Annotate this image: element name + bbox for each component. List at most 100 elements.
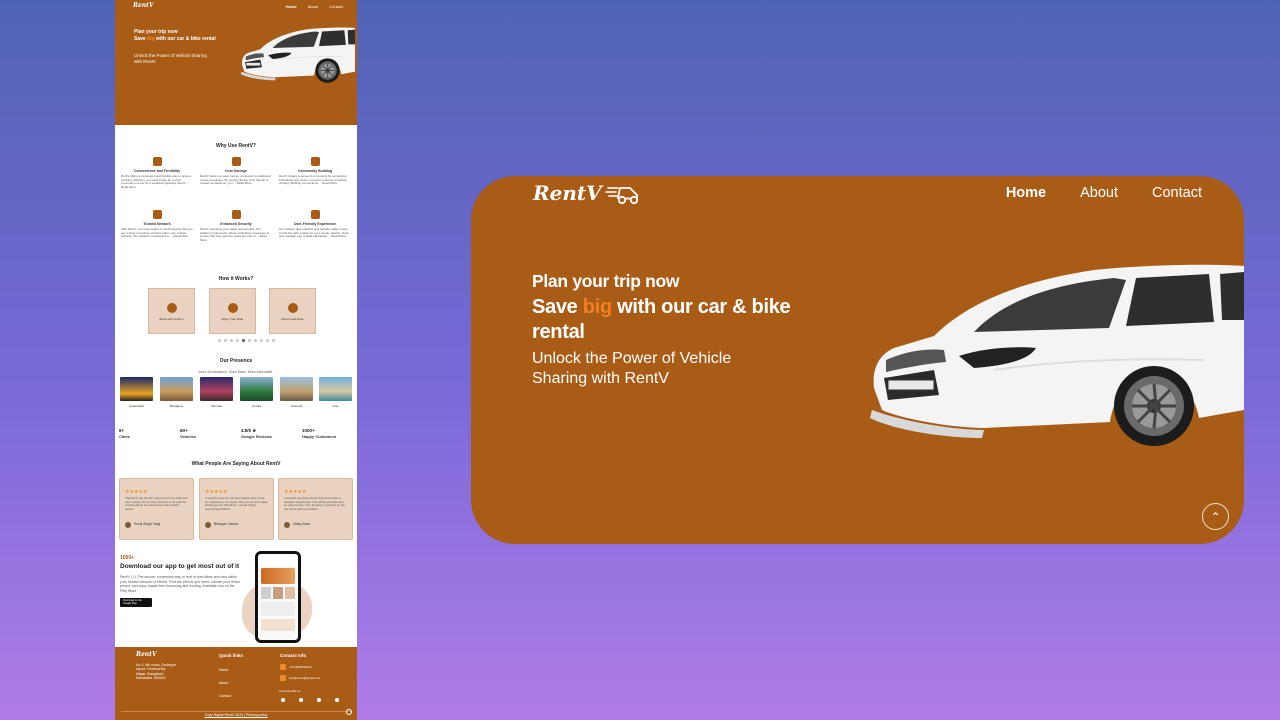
- shield-icon: [152, 210, 162, 219]
- hero-heading-pre: Save: [532, 296, 583, 318]
- preview-city-card[interactable]: Hyderabad: [120, 377, 153, 408]
- preview-presence-section: Our Presence: [115, 358, 357, 364]
- preview-city-card[interactable]: Chennai: [280, 377, 313, 408]
- preview-testimonial-text: Thanks to the RentV I can rent out my bi…: [125, 497, 188, 511]
- hero-card: RentV Home About Contact Plan your trip …: [471, 176, 1244, 544]
- preview-step-label: Enjoy Your Ride: [221, 317, 244, 321]
- nav-home[interactable]: Home: [1006, 185, 1046, 201]
- nav-contact[interactable]: Contact: [1152, 185, 1202, 201]
- preview-step-label: Book and Confirm: [159, 317, 184, 321]
- heart-icon: [227, 303, 238, 313]
- preview-hero-subtitle: Unlock the Power of Vehicle Sharing with…: [134, 53, 207, 64]
- scroll-top-button[interactable]: ⌃: [1202, 503, 1229, 530]
- preview-hero-highlight: big: [147, 36, 155, 42]
- preview-testimonial-name: Suraj Singh Negi: [134, 522, 161, 527]
- preview-city-label: Mumbai: [211, 404, 222, 408]
- preview-city-card[interactable]: Bangalore: [160, 377, 193, 408]
- preview-stat: 60+ Vehicles: [180, 428, 196, 440]
- preview-nav-contact[interactable]: Contact: [329, 4, 343, 9]
- google-play-button[interactable]: Download on the Google Play: [120, 598, 152, 607]
- footer-link-about[interactable]: About: [219, 681, 228, 685]
- preview-feature-title: Trusted Network: [143, 222, 171, 226]
- brand-logo-text: RentV: [533, 181, 602, 205]
- preview-hero-line2: Save big with our car & bike rental: [134, 36, 229, 43]
- preview-how-title: How it Works?: [218, 276, 254, 282]
- preview-feature-title: Community Building: [297, 169, 333, 173]
- preview-hero-heading: Plan your trip now Save big with our car…: [134, 29, 229, 43]
- footer-connect-label: Connect with us: [279, 689, 301, 693]
- preview-step-card: Return and Rate: [269, 288, 316, 334]
- nav-about[interactable]: About: [1080, 185, 1118, 201]
- hero-subtitle: Unlock the Power of Vehicle Sharing with…: [532, 350, 732, 387]
- preview-city-card[interactable]: Mumbai: [200, 377, 233, 408]
- preview-testimonial-text: I recently rented a car from RentV and i…: [205, 497, 268, 511]
- preview-feature-title: Cost Savings: [224, 169, 248, 173]
- preview-city-label: Hyderabad: [129, 404, 144, 408]
- preview-feature-title: Enhanced Security: [220, 222, 252, 226]
- linkedin-icon[interactable]: [335, 698, 339, 702]
- preview-testimonial-name: Uday Kiran: [293, 522, 311, 527]
- footer-email[interactable]: info@rentv@gmail.com: [280, 675, 320, 681]
- preview-app-heading: Download our app to get most out of it: [120, 563, 240, 570]
- preview-app-desc: RentV 1.0: The secure, convenient way to…: [120, 575, 240, 593]
- main-nav: Home About Contact: [1006, 185, 1202, 201]
- preview-testimonial-text: I recently used the RentV app and it was…: [284, 497, 346, 511]
- footer-link-home[interactable]: Home: [219, 668, 228, 672]
- preview-feature: Enhanced Security RentV prioritizes your …: [200, 210, 272, 242]
- preview-hero-line2-pre: Save: [134, 36, 148, 42]
- preview-testimonial-author: Suraj Singh Negi: [125, 522, 160, 528]
- preview-car-image: [240, 27, 356, 84]
- footer-link-contact[interactable]: Contact: [219, 694, 231, 698]
- twitter-icon[interactable]: [317, 698, 321, 702]
- preview-city-card[interactable]: Goa: [319, 377, 352, 408]
- star-rating-icon: ★★★★★: [205, 489, 228, 495]
- footer-copyright[interactable]: Copy Rights RentV 2023 | Privacy policy: [115, 713, 357, 717]
- footer-email-text: info@rentv@gmail.com: [289, 676, 321, 680]
- preview-testimonial-card: ★★★★★ I recently rented a car from RentV …: [199, 478, 274, 540]
- preview-feature-desc: RentV helps you save money compared to t…: [200, 174, 271, 185]
- compass-icon: [152, 157, 162, 166]
- hero-tagline: Plan your trip now: [532, 271, 680, 291]
- footer-phone-text: +91 9845012344: [289, 665, 312, 669]
- home-community-icon: [310, 157, 320, 166]
- preview-testimonial-name: Bhargav Varma: [214, 522, 239, 527]
- footer-logo[interactable]: RentV: [136, 651, 157, 658]
- preview-stat-label: Google Reviews: [241, 434, 272, 439]
- preview-carousel-dots[interactable]: [218, 339, 275, 342]
- preview-feature-desc: RentV offers a convenient and flexible w…: [121, 174, 192, 189]
- facebook-icon[interactable]: [281, 698, 285, 702]
- preview-stat-label: Cities: [119, 434, 130, 439]
- preview-city-label: Goa: [332, 404, 339, 408]
- instagram-icon[interactable]: [299, 698, 303, 702]
- star-rating-icon: ★★★★★: [125, 489, 148, 495]
- preview-scroll-top-icon[interactable]: [346, 709, 352, 715]
- footer-phone[interactable]: +91 9845012344: [280, 664, 312, 670]
- preview-feature-title: User-Friendly Experience: [293, 222, 337, 226]
- footer-address: No 1, 8th cross, Dodeppa layout, Rammurt…: [136, 663, 176, 681]
- preview-why-title: Why Use RentV?: [215, 143, 256, 149]
- preview-stat-label: Vehicles: [180, 434, 197, 439]
- preview-app-section: 1000+ Download our app to get most out o…: [120, 555, 240, 607]
- preview-footer: RentV No 1, 8th cross, Dodeppa layout, R…: [115, 647, 357, 720]
- preview-nav-about[interactable]: About: [308, 4, 318, 9]
- preview-logo[interactable]: RentV: [133, 2, 154, 9]
- preview-city-card[interactable]: Kerala: [240, 377, 273, 408]
- preview-testimonial-author: Uday Kiran: [284, 522, 310, 528]
- users-icon: [310, 210, 320, 219]
- preview-feature: Cost Savings RentV helps you save money c…: [200, 157, 272, 186]
- preview-testimonial-card: ★★★★★ Thanks to the RentV I can rent out …: [119, 478, 194, 540]
- avatar: [205, 522, 211, 528]
- phone-icon: [280, 664, 286, 670]
- car-image: [868, 263, 1244, 448]
- preview-hero-line1: Plan your trip now: [134, 29, 178, 35]
- preview-nav-home[interactable]: Home: [286, 4, 297, 9]
- brand-logo[interactable]: RentV: [533, 180, 640, 206]
- preview-feature: Community Building RentV fosters a sense …: [279, 157, 351, 186]
- preview-feature-desc: With RentV, you have peace of mind knowi…: [121, 227, 193, 238]
- footer-quick-links-title: Quick links: [219, 653, 244, 658]
- page-preview: RentV Home About Contact Plan your trip …: [115, 0, 357, 720]
- preview-testimonials-section: What People Are Saying About RentV: [115, 461, 357, 467]
- scooter-icon: [604, 187, 638, 205]
- preview-city-label: Chennai: [290, 404, 303, 408]
- check-icon: [166, 303, 177, 313]
